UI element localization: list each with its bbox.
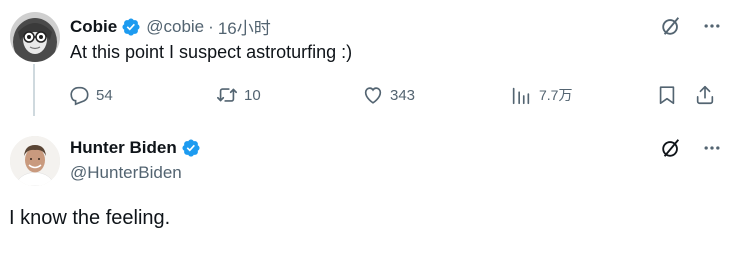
views-button[interactable]: 7.7万	[510, 84, 572, 106]
reply-icon	[70, 86, 89, 106]
views-count: 7.7万	[539, 87, 573, 103]
like-count: 343	[390, 86, 416, 104]
grok-icon[interactable]	[660, 15, 682, 37]
tweet1-action-bar: 54 10 343 7.7万	[66, 84, 722, 108]
tweet2-header: Hunter Biden	[70, 138, 201, 158]
author-handle[interactable]: @HunterBiden	[70, 163, 182, 183]
like-button[interactable]: 343	[362, 84, 415, 106]
reply-button[interactable]: 54	[68, 84, 113, 106]
tweet2-top-actions	[660, 137, 722, 159]
reply-count: 54	[96, 86, 113, 104]
like-icon	[364, 87, 382, 104]
separator-dot: ·	[208, 16, 214, 36]
avatar-hunter-biden[interactable]	[10, 136, 60, 186]
tweet1-header: Cobie @cobie · 16小时	[70, 14, 271, 39]
more-icon[interactable]	[702, 138, 722, 158]
views-icon	[512, 87, 530, 105]
avatar-cobie[interactable]	[10, 12, 60, 62]
share-button[interactable]	[694, 84, 716, 106]
author-name[interactable]: Cobie	[70, 17, 117, 37]
timestamp[interactable]: 16小时	[218, 14, 271, 39]
bookmark-button[interactable]	[656, 84, 678, 106]
verified-badge-icon	[122, 17, 140, 36]
tweet1-text: At this point I suspect astroturfing :)	[70, 42, 353, 62]
thread-connector-line	[33, 64, 35, 116]
author-handle[interactable]: @cobie	[146, 17, 204, 37]
tweet1-top-actions	[660, 15, 722, 37]
tweet2-text: I know the feeling.	[9, 207, 171, 229]
verified-badge-icon	[182, 139, 200, 157]
bookmark-icon	[659, 86, 675, 105]
more-icon[interactable]	[702, 16, 722, 36]
author-name[interactable]: Hunter Biden	[70, 138, 177, 158]
repost-count: 10	[244, 86, 261, 104]
repost-button[interactable]: 10	[216, 84, 261, 106]
grok-icon[interactable]	[660, 137, 682, 159]
share-icon	[696, 85, 714, 105]
repost-icon	[217, 88, 237, 102]
